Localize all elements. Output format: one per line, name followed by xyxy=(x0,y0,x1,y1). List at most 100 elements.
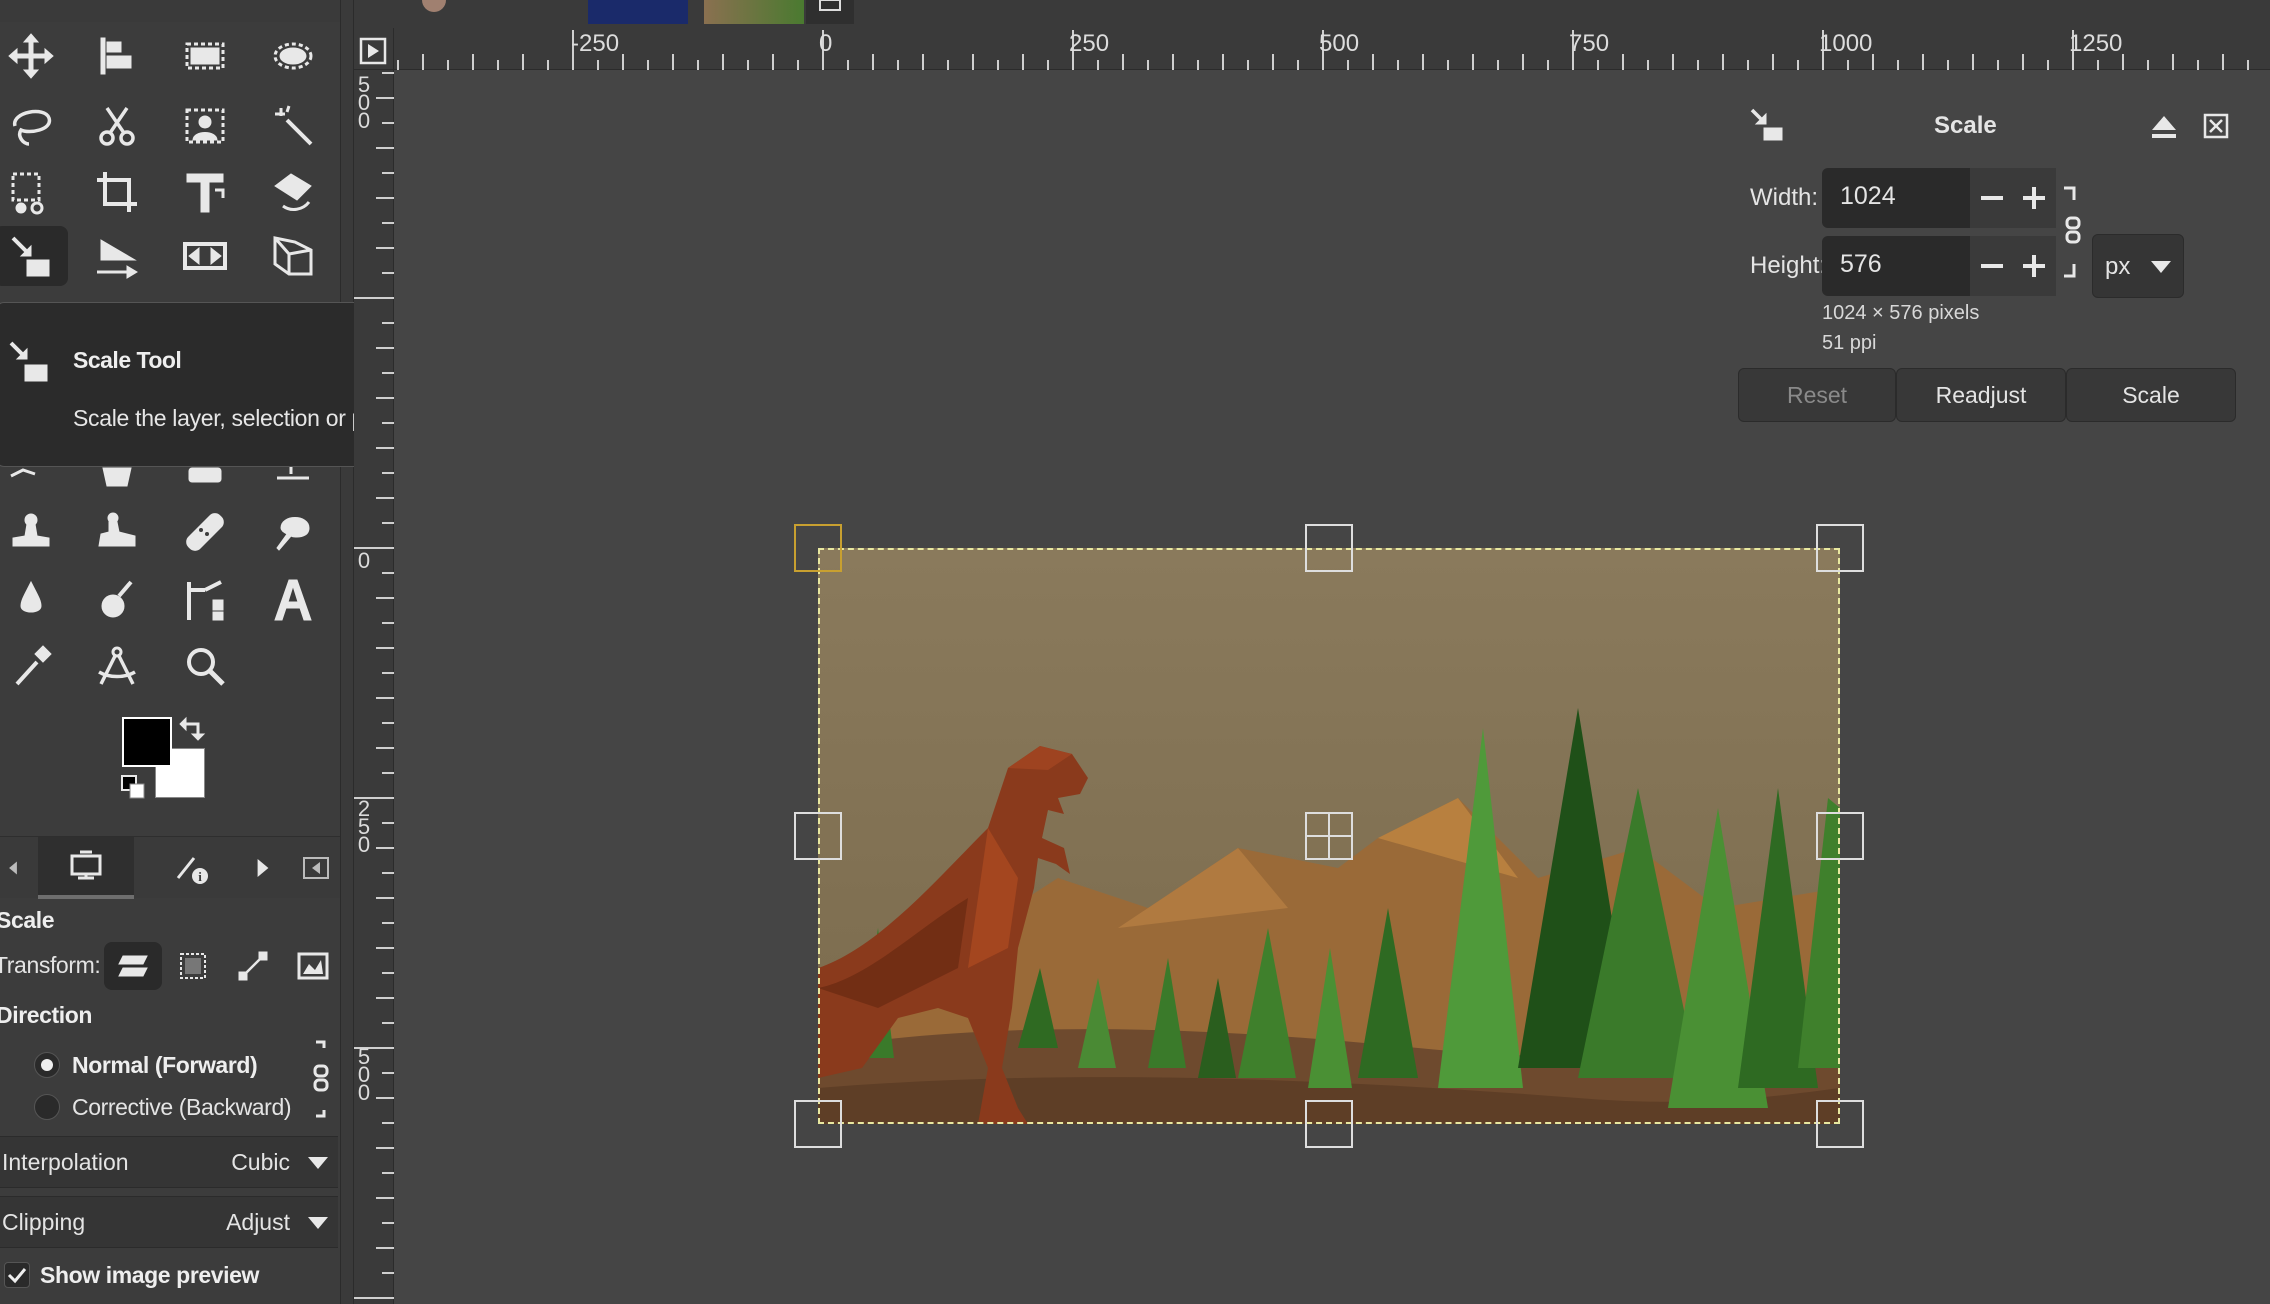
svg-text:i: i xyxy=(198,869,202,884)
flip-icon xyxy=(183,242,227,270)
paths-tool-button[interactable] xyxy=(168,570,242,630)
direction-corrective-radio[interactable] xyxy=(34,1094,60,1120)
transform-path-button[interactable] xyxy=(224,942,282,990)
handle-middle-right[interactable] xyxy=(1816,812,1864,860)
swap-colors-icon[interactable] xyxy=(178,714,206,742)
select-by-color-tool-button[interactable] xyxy=(0,162,68,222)
width-increment-button[interactable] xyxy=(2012,168,2056,228)
transform-image-button[interactable] xyxy=(284,942,342,990)
tool-options-title: Scale xyxy=(0,907,55,933)
tab-tool-options[interactable] xyxy=(38,837,134,899)
flip-tool-button[interactable] xyxy=(168,226,242,286)
align-tool-button[interactable] xyxy=(80,26,154,86)
foreground-select-tool-button[interactable] xyxy=(168,96,242,156)
blur-tool-button[interactable] xyxy=(0,570,68,630)
readjust-button[interactable]: Readjust xyxy=(1896,368,2066,422)
warp-transform-tool-button[interactable] xyxy=(256,162,330,222)
handle-middle-left[interactable] xyxy=(794,812,842,860)
default-colors-icon[interactable] xyxy=(120,774,148,802)
warp-icon xyxy=(274,173,312,211)
height-decrement-button[interactable] xyxy=(1970,236,2014,296)
zoom-tool-button[interactable] xyxy=(168,636,242,696)
handle-bottom-left[interactable] xyxy=(794,1100,842,1148)
fuzzy-select-tool-button[interactable] xyxy=(256,96,330,156)
image-icon xyxy=(297,952,329,980)
interpolation-value: Cubic xyxy=(231,1149,290,1175)
tab-scroll-left[interactable] xyxy=(0,837,26,899)
path-transform-icon xyxy=(238,951,268,981)
ruler-label: 500 xyxy=(357,1044,371,1105)
transform-selection-button[interactable] xyxy=(164,942,222,990)
smudge-tool-button[interactable] xyxy=(256,502,330,562)
dock-menu-button[interactable] xyxy=(296,837,336,899)
perspective-clone-tool-button[interactable] xyxy=(80,502,154,562)
dodge-burn-tool-button[interactable] xyxy=(80,570,154,630)
width-label: Width: xyxy=(1750,184,1819,211)
tab-scroll-right[interactable] xyxy=(245,837,281,899)
show-preview-checkbox[interactable] xyxy=(4,1262,30,1288)
image-tab[interactable] xyxy=(394,0,470,24)
image-tab-active[interactable] xyxy=(704,0,804,24)
height-input[interactable]: 576 xyxy=(1822,236,1970,296)
ruler-corner[interactable] xyxy=(354,28,394,70)
eject-icon[interactable] xyxy=(2150,112,2178,140)
resolution-info: 51 ppi xyxy=(1822,332,1877,354)
interpolation-combo[interactable]: Interpolation Cubic xyxy=(0,1136,338,1188)
tooltip-description: Scale the layer, selection or path xyxy=(73,405,396,431)
clipping-combo[interactable]: Clipping Adjust xyxy=(0,1196,338,1248)
clone-tool-button[interactable] xyxy=(0,502,68,562)
unified-transform-tool-button[interactable] xyxy=(168,162,242,222)
close-icon[interactable] xyxy=(2202,112,2230,140)
scale-tool-button[interactable] xyxy=(0,226,68,286)
clipping-label: Clipping xyxy=(2,1209,86,1235)
image-tab[interactable] xyxy=(588,0,688,24)
select-by-color-icon xyxy=(11,172,44,215)
handle-top-right[interactable] xyxy=(1816,524,1864,572)
free-select-tool-button[interactable] xyxy=(0,96,68,156)
clipping-value: Adjust xyxy=(226,1209,290,1235)
handle-center[interactable] xyxy=(1305,812,1353,860)
handle-top-center[interactable] xyxy=(1305,524,1353,572)
toolbox-splitter[interactable] xyxy=(340,0,354,1304)
shear-tool-button[interactable] xyxy=(80,226,154,286)
ruler-label: 0 xyxy=(357,548,371,573)
chevron-down-icon xyxy=(308,1157,328,1169)
handle-bottom-center[interactable] xyxy=(1305,1100,1353,1148)
direction-normal-radio[interactable] xyxy=(34,1052,60,1078)
tab-device-status[interactable]: i xyxy=(144,837,240,899)
unit-select[interactable]: px xyxy=(2092,234,2184,298)
heal-tool-button[interactable] xyxy=(168,502,242,562)
scissors-select-tool-button[interactable] xyxy=(80,96,154,156)
move-tool-button[interactable] xyxy=(0,26,68,86)
horizontal-ruler[interactable]: -250 0 250 500 750 1000 1250 xyxy=(394,28,2270,70)
handle-top-left[interactable] xyxy=(794,524,842,572)
ruler-label: 250 xyxy=(357,796,371,857)
plus-icon xyxy=(2023,187,2045,209)
direction-heading: Direction xyxy=(0,1002,93,1028)
crop-tool-button[interactable] xyxy=(80,162,154,222)
ellipse-select-tool-button[interactable] xyxy=(256,26,330,86)
height-increment-button[interactable] xyxy=(2012,236,2056,296)
color-picker-tool-button[interactable] xyxy=(0,636,68,696)
width-decrement-button[interactable] xyxy=(1970,168,2014,228)
foreground-color-swatch[interactable] xyxy=(122,717,172,767)
width-input[interactable]: 1024 xyxy=(1822,168,1970,228)
vertical-ruler[interactable]: 500 0 250 500 xyxy=(354,70,394,1304)
measure-tool-button[interactable] xyxy=(80,636,154,696)
direction-normal-label[interactable]: Normal (Forward) xyxy=(72,1052,258,1079)
scale-button[interactable]: Scale xyxy=(2066,368,2236,422)
rect-select-tool-button[interactable] xyxy=(168,26,242,86)
chain-link-icon[interactable] xyxy=(2060,182,2086,282)
show-preview-label[interactable]: Show image preview xyxy=(40,1262,259,1289)
direction-corrective-label[interactable]: Corrective (Backward) xyxy=(72,1094,292,1121)
chain-link-icon[interactable] xyxy=(310,1038,334,1120)
reset-button[interactable]: Reset xyxy=(1738,368,1896,422)
handle-bottom-right[interactable] xyxy=(1816,1100,1864,1148)
text-tool-button[interactable] xyxy=(256,570,330,630)
image-tab[interactable] xyxy=(478,0,554,24)
image-tab-close[interactable] xyxy=(806,0,854,24)
perspective-tool-button[interactable] xyxy=(256,226,330,286)
scale-dialog: Scale Width: 1024 Height: 576 px 1024 × … xyxy=(1730,92,2240,437)
transform-layer-button[interactable] xyxy=(104,942,162,990)
text-icon xyxy=(274,579,312,621)
